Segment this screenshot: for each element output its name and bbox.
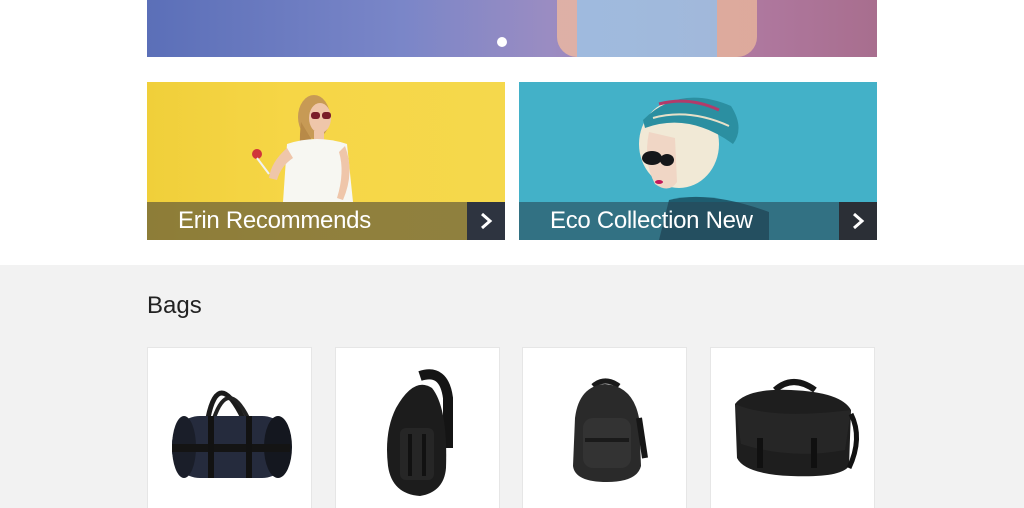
chevron-right-icon: [481, 212, 493, 230]
product-card-backpack[interactable]: [522, 347, 687, 508]
product-card-duffle-bag[interactable]: [147, 347, 312, 508]
section-title: Bags: [147, 292, 202, 319]
messenger-bag-image: [735, 379, 859, 477]
duffle-bag-image: [172, 390, 292, 478]
hero-image: [557, 0, 757, 57]
hero-slider[interactable]: [147, 0, 877, 57]
promo-title: Erin Recommends: [178, 207, 371, 234]
promo-title: Eco Collection New: [550, 207, 753, 234]
promo-caption: Eco Collection New: [519, 202, 877, 240]
promo-caption: Erin Recommends: [147, 202, 505, 240]
product-card-sling-backpack[interactable]: [335, 347, 500, 508]
sling-backpack-image: [387, 369, 453, 496]
promo-arrow-button[interactable]: [467, 202, 505, 240]
promo-arrow-button[interactable]: [839, 202, 877, 240]
bags-section: Bags: [0, 265, 1024, 508]
product-card-messenger-bag[interactable]: [710, 347, 875, 508]
chevron-right-icon: [853, 212, 865, 230]
slider-dot-active[interactable]: [497, 37, 507, 47]
backpack-image: [573, 378, 648, 482]
promo-erin-recommends[interactable]: Erin Recommends: [147, 82, 505, 240]
promo-eco-collection[interactable]: Eco Collection New: [519, 82, 877, 240]
